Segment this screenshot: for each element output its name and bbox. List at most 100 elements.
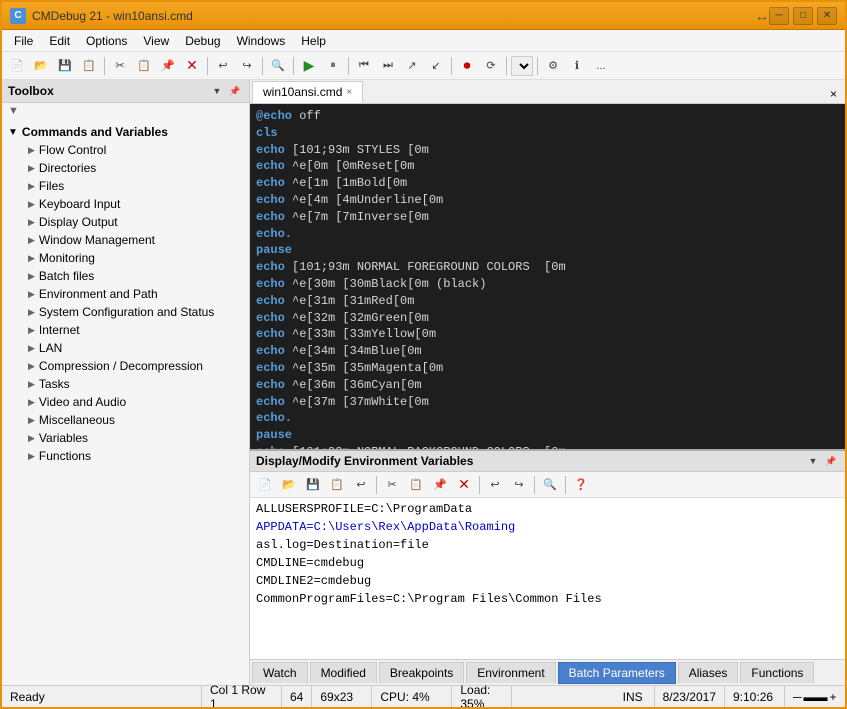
status-load: Load: 35% — [452, 686, 512, 707]
tree-item-tasks[interactable]: ▶Tasks — [22, 375, 249, 393]
tree-item-video-audio[interactable]: ▶Video and Audio — [22, 393, 249, 411]
toolbar: 📄 📂 💾 📋 ✂ 📋 📌 ✕ ↩ ↪ 🔍 ▶ ⏸ ⏮ ⏭ ↗ ↙ ⏺ ⟳ ⚙ … — [2, 52, 845, 80]
section-arrow-commands: ▼ — [8, 127, 18, 138]
tab-aliases[interactable]: Aliases — [678, 662, 739, 684]
tree-item-lan[interactable]: ▶LAN — [22, 339, 249, 357]
toolbar-step-fwd[interactable]: ⏭ — [377, 55, 399, 77]
tree-item-compression[interactable]: ▶Compression / Decompression — [22, 357, 249, 375]
toolbar-undo[interactable]: ↩ — [212, 55, 234, 77]
zoom-minus-icon[interactable]: ─ — [793, 690, 802, 704]
toolbar-cut[interactable]: ✂ — [109, 55, 131, 77]
env-tb-redo[interactable]: ↪ — [508, 474, 530, 496]
toolbar-extra[interactable]: ... — [590, 55, 612, 77]
tree-item-directories[interactable]: ▶Directories — [22, 159, 249, 177]
toolbar-dropdown[interactable] — [511, 56, 533, 76]
env-panel: Display/Modify Environment Variables ▼ 📌… — [250, 449, 845, 659]
env-tb-open[interactable]: 📂 — [278, 474, 300, 496]
toolbar-paste[interactable]: 📌 — [157, 55, 179, 77]
toolbox-collapse-btn[interactable]: ▼ — [2, 103, 249, 119]
toolbar-step-back[interactable]: ⏮ — [353, 55, 375, 77]
tree-section-header-commands[interactable]: ▼ Commands and Variables — [2, 123, 249, 141]
env-panel-title: Display/Modify Environment Variables — [256, 454, 473, 468]
env-tb-paste[interactable]: 📌 — [429, 474, 451, 496]
toolbar-delete[interactable]: ✕ — [181, 55, 203, 77]
env-tb-new[interactable]: 📄 — [254, 474, 276, 496]
tree-item-window-management[interactable]: ▶Window Management — [22, 231, 249, 249]
status-bar: Ready Col 1 Row 1 64 69x23 CPU: 4% Load:… — [2, 685, 845, 707]
toolbar-step-out[interactable]: ↙ — [425, 55, 447, 77]
tree-item-miscellaneous[interactable]: ▶Miscellaneous — [22, 411, 249, 429]
zoom-slider[interactable]: ▬▬ — [804, 690, 828, 704]
item-arrow: ▶ — [28, 271, 35, 282]
env-tb-back[interactable]: ↩ — [350, 474, 372, 496]
tree-item-functions[interactable]: ▶Functions — [22, 447, 249, 465]
code-line: echo [101;93m NORMAL FOREGROUND COLORS [… — [256, 259, 839, 276]
env-toolbar: 📄 📂 💾 📋 ↩ ✂ 📋 📌 ✕ ↩ ↪ � — [250, 472, 845, 498]
tab-functions[interactable]: Functions — [740, 662, 814, 684]
toolbar-info[interactable]: ℹ — [566, 55, 588, 77]
env-tb-sep — [376, 476, 377, 494]
toolbar-find[interactable]: 🔍 — [267, 55, 289, 77]
env-panel-pin-btn[interactable]: 📌 — [823, 453, 839, 469]
toolbar-pause[interactable]: ⏸ — [322, 55, 344, 77]
editor-tab-win10ansi[interactable]: win10ansi.cmd × — [252, 81, 363, 103]
zoom-plus-icon[interactable]: + — [830, 690, 837, 704]
menu-help[interactable]: Help — [293, 32, 334, 50]
tab-close-all[interactable]: × — [824, 85, 843, 103]
tree-item-system-config[interactable]: ▶System Configuration and Status — [22, 303, 249, 321]
toolbar-run[interactable]: ▶ — [298, 55, 320, 77]
tab-watch[interactable]: Watch — [252, 662, 308, 684]
tree-item-flow-control[interactable]: ▶Flow Control — [22, 141, 249, 159]
env-tb-undo[interactable]: ↩ — [484, 474, 506, 496]
tree-item-keyboard-input[interactable]: ▶Keyboard Input — [22, 195, 249, 213]
env-panel-collapse-btn[interactable]: ▼ — [805, 453, 821, 469]
toolbox-collapse[interactable]: ▼ — [209, 83, 225, 99]
tree-item-internet[interactable]: ▶Internet — [22, 321, 249, 339]
menu-edit[interactable]: Edit — [41, 32, 78, 50]
menu-debug[interactable]: Debug — [177, 32, 228, 50]
toolbar-restart[interactable]: ⟳ — [480, 55, 502, 77]
item-arrow: ▶ — [28, 253, 35, 264]
toolbox-header: Toolbox ▼ 📌 — [2, 80, 249, 103]
env-tb-cut[interactable]: ✂ — [381, 474, 403, 496]
tab-breakpoints[interactable]: Breakpoints — [379, 662, 464, 684]
tree-item-files[interactable]: ▶Files — [22, 177, 249, 195]
close-button[interactable]: ✕ — [817, 7, 837, 25]
tree-item-display-output[interactable]: ▶Display Output — [22, 213, 249, 231]
tree-item-variables[interactable]: ▶Variables — [22, 429, 249, 447]
menu-options[interactable]: Options — [78, 32, 135, 50]
app-window: C CMDebug 21 - win10ansi.cmd ↔ ─ □ ✕ Fil… — [0, 0, 847, 709]
env-tb-help[interactable]: ❓ — [570, 474, 592, 496]
menu-view[interactable]: View — [135, 32, 177, 50]
env-panel-header: Display/Modify Environment Variables ▼ 📌 — [250, 451, 845, 472]
toolbar-stop[interactable]: ⏺ — [456, 55, 478, 77]
menu-windows[interactable]: Windows — [229, 32, 294, 50]
toolbox-pin[interactable]: 📌 — [227, 83, 243, 99]
code-editor[interactable]: @echo off cls echo [101;93m STYLES [0m e… — [250, 104, 845, 449]
env-tb-save[interactable]: 💾 — [302, 474, 324, 496]
env-tb-copy[interactable]: 📋 — [405, 474, 427, 496]
maximize-button[interactable]: □ — [793, 7, 813, 25]
env-tb-save-all[interactable]: 📋 — [326, 474, 348, 496]
env-tb-delete[interactable]: ✕ — [453, 474, 475, 496]
tab-modified[interactable]: Modified — [310, 662, 377, 684]
toolbar-step-in[interactable]: ↗ — [401, 55, 423, 77]
env-content[interactable]: ALLUSERSPROFILE=C:\ProgramData APPDATA=C… — [250, 498, 845, 659]
menu-file[interactable]: File — [6, 32, 41, 50]
tree-item-environment-path[interactable]: ▶Environment and Path — [22, 285, 249, 303]
toolbar-settings[interactable]: ⚙ — [542, 55, 564, 77]
toolbar-redo[interactable]: ↪ — [236, 55, 258, 77]
minimize-button[interactable]: ─ — [769, 7, 789, 25]
tab-batch-parameters[interactable]: Batch Parameters — [558, 662, 676, 684]
toolbar-open[interactable]: 📂 — [30, 55, 52, 77]
tab-close-icon[interactable]: × — [346, 87, 352, 98]
code-line: echo. — [256, 226, 839, 243]
tab-environment[interactable]: Environment — [466, 662, 555, 684]
toolbar-copy[interactable]: 📋 — [133, 55, 155, 77]
tree-item-monitoring[interactable]: ▶Monitoring — [22, 249, 249, 267]
toolbar-save[interactable]: 💾 — [54, 55, 76, 77]
toolbar-save-all[interactable]: 📋 — [78, 55, 100, 77]
tree-item-batch-files[interactable]: ▶Batch files — [22, 267, 249, 285]
env-tb-find[interactable]: 🔍 — [539, 474, 561, 496]
toolbar-new[interactable]: 📄 — [6, 55, 28, 77]
